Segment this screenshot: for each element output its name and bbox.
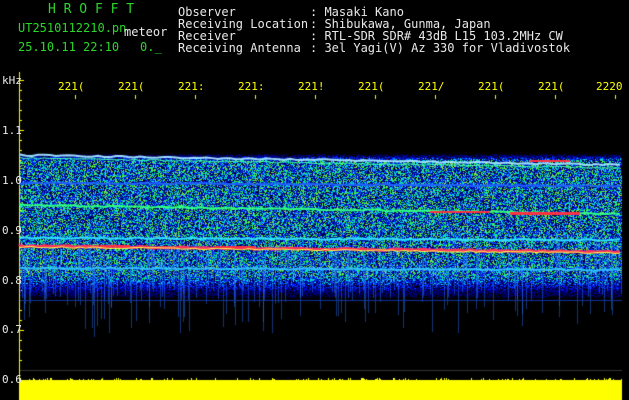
spectrogram-canvas — [0, 0, 629, 400]
y-tick-label: 1.0 — [2, 174, 22, 187]
x-tick-label: 221( — [478, 80, 505, 93]
y-tick-label: 0.9 — [2, 224, 22, 237]
info-value-antenna: : 3el Yagi(V) Az 330 for Vladivostok — [310, 41, 571, 55]
x-tick-label: 221: — [238, 80, 265, 93]
y-tick-label: 0.8 — [2, 274, 22, 287]
datetime: 25.10.11 22:10 — [18, 40, 120, 54]
file-name: UT2510112210.pn — [18, 21, 127, 35]
subtitle: meteor — [124, 25, 168, 39]
y-tick-label: 0.7 — [2, 323, 22, 336]
y-tick-label: 1.1 — [2, 124, 22, 137]
x-tick-label: 221: — [178, 80, 205, 93]
x-tick-label: 221( — [58, 80, 85, 93]
brand-title: H R O F F T — [48, 2, 135, 17]
x-tick-label: 221/ — [418, 80, 445, 93]
x-tick-label: 221! — [298, 80, 325, 93]
info-label-antenna: Receiving Antenna — [178, 41, 301, 55]
y-axis-unit: kHz — [2, 74, 22, 87]
x-tick-label: 221( — [118, 80, 145, 93]
status-value: 0._ — [140, 40, 162, 54]
x-tick-label: 221( — [538, 80, 565, 93]
x-tick-label: 2220 — [596, 80, 623, 93]
y-tick-label: 0.6 — [2, 373, 22, 386]
x-tick-label: 221( — [358, 80, 385, 93]
